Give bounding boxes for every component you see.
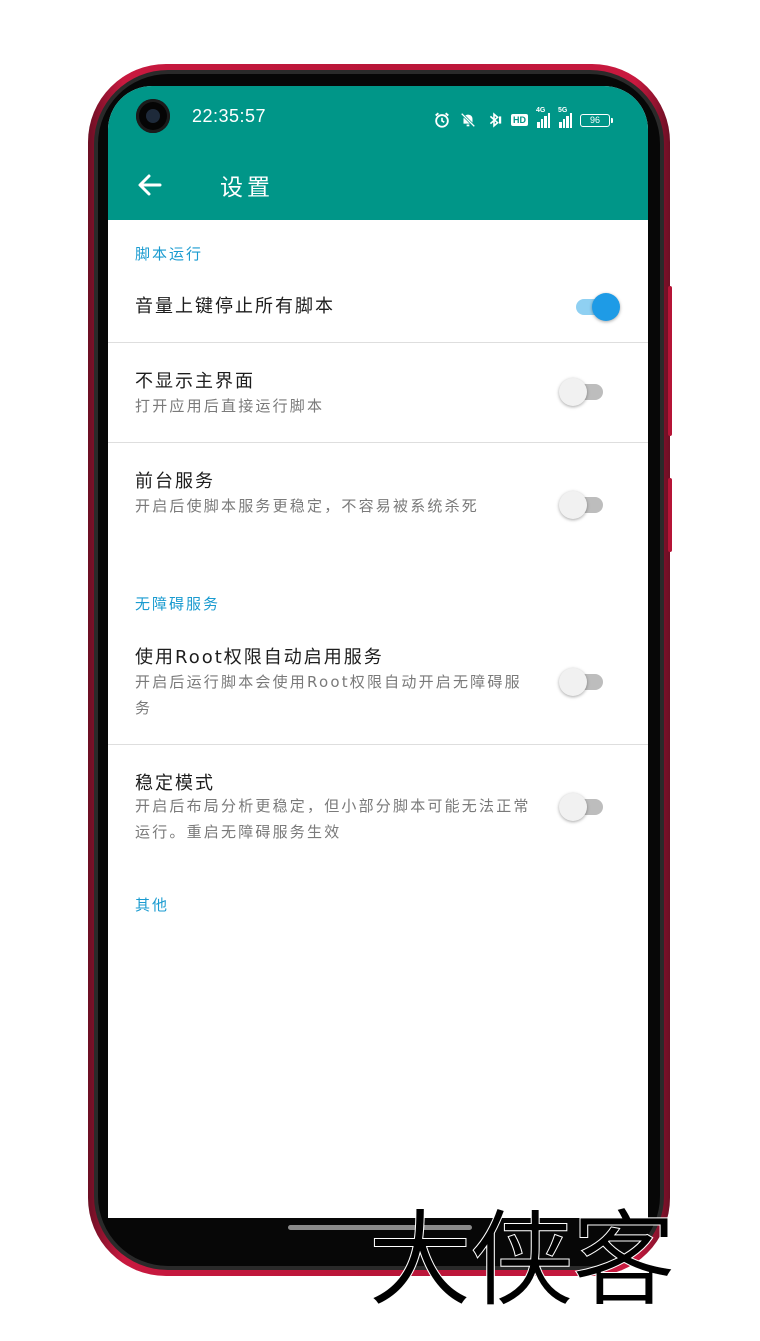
power-button bbox=[668, 478, 672, 552]
pref-volume-stop[interactable]: 音量上键停止所有脚本 bbox=[108, 276, 648, 342]
switch-hide-main[interactable] bbox=[559, 377, 607, 406]
switch-stable-mode[interactable] bbox=[559, 792, 607, 821]
arrow-left-icon bbox=[138, 174, 162, 196]
pref-title: 前台服务 bbox=[135, 471, 215, 492]
volume-button bbox=[668, 286, 672, 436]
canvas: 22:35:57 HD 4G 5G 96 设置 脚本运行 音量上键停止所有脚本 … bbox=[0, 0, 760, 1341]
hd-icon: HD bbox=[511, 114, 528, 126]
status-bar: 22:35:57 HD 4G 5G 96 bbox=[108, 86, 648, 150]
status-icons: HD 4G 5G 96 bbox=[433, 107, 613, 130]
signal-5g-icon: 5G bbox=[558, 107, 572, 128]
section-header-script-run: 脚本运行 bbox=[135, 245, 204, 263]
back-button[interactable] bbox=[132, 167, 168, 203]
battery-icon: 96 bbox=[580, 113, 613, 127]
mute-icon bbox=[460, 112, 476, 128]
status-time: 22:35:57 bbox=[192, 106, 267, 126]
app-bar: 设置 bbox=[108, 150, 648, 220]
switch-volume-stop[interactable] bbox=[572, 292, 620, 321]
switch-root-auto-enable[interactable] bbox=[559, 667, 607, 696]
pref-foreground-service[interactable]: 前台服务 开启后使脚本服务更稳定，不容易被系统杀死 bbox=[108, 443, 648, 553]
pref-summary: 打开应用后直接运行脚本 bbox=[135, 397, 325, 415]
pref-title: 不显示主界面 bbox=[135, 371, 255, 392]
bluetooth-icon bbox=[489, 112, 502, 128]
front-camera bbox=[136, 99, 170, 133]
signal-4g-icon: 4G bbox=[536, 107, 550, 128]
pref-summary: 开启后布局分析更稳定，但小部分脚本可能无法正常运行。重启无障碍服务生效 bbox=[135, 797, 531, 841]
section-header-accessibility: 无障碍服务 bbox=[135, 595, 221, 613]
pref-stable-mode[interactable]: 稳定模式 开启后布局分析更稳定，但小部分脚本可能无法正常运行。重启无障碍服务生效 bbox=[108, 745, 648, 865]
section-header-other: 其他 bbox=[135, 896, 170, 914]
watermark: 大侠客 bbox=[367, 1199, 676, 1321]
pref-title: 音量上键停止所有脚本 bbox=[135, 296, 335, 317]
pref-title: 使用Root权限自动启用服务 bbox=[135, 647, 384, 668]
pref-hide-main[interactable]: 不显示主界面 打开应用后直接运行脚本 bbox=[108, 343, 648, 442]
pref-root-auto-enable[interactable]: 使用Root权限自动启用服务 开启后运行脚本会使用Root权限自动开启无障碍服务 bbox=[108, 626, 648, 744]
pref-summary: 开启后使脚本服务更稳定，不容易被系统杀死 bbox=[135, 497, 480, 515]
alarm-icon bbox=[435, 112, 449, 128]
screen: 22:35:57 HD 4G 5G 96 设置 脚本运行 音量上键停止所有脚本 … bbox=[108, 86, 648, 1218]
page-title: 设置 bbox=[220, 175, 274, 201]
pref-summary: 开启后运行脚本会使用Root权限自动开启无障碍服务 bbox=[135, 673, 522, 717]
switch-foreground-service[interactable] bbox=[559, 490, 607, 519]
pref-title: 稳定模式 bbox=[135, 773, 215, 794]
